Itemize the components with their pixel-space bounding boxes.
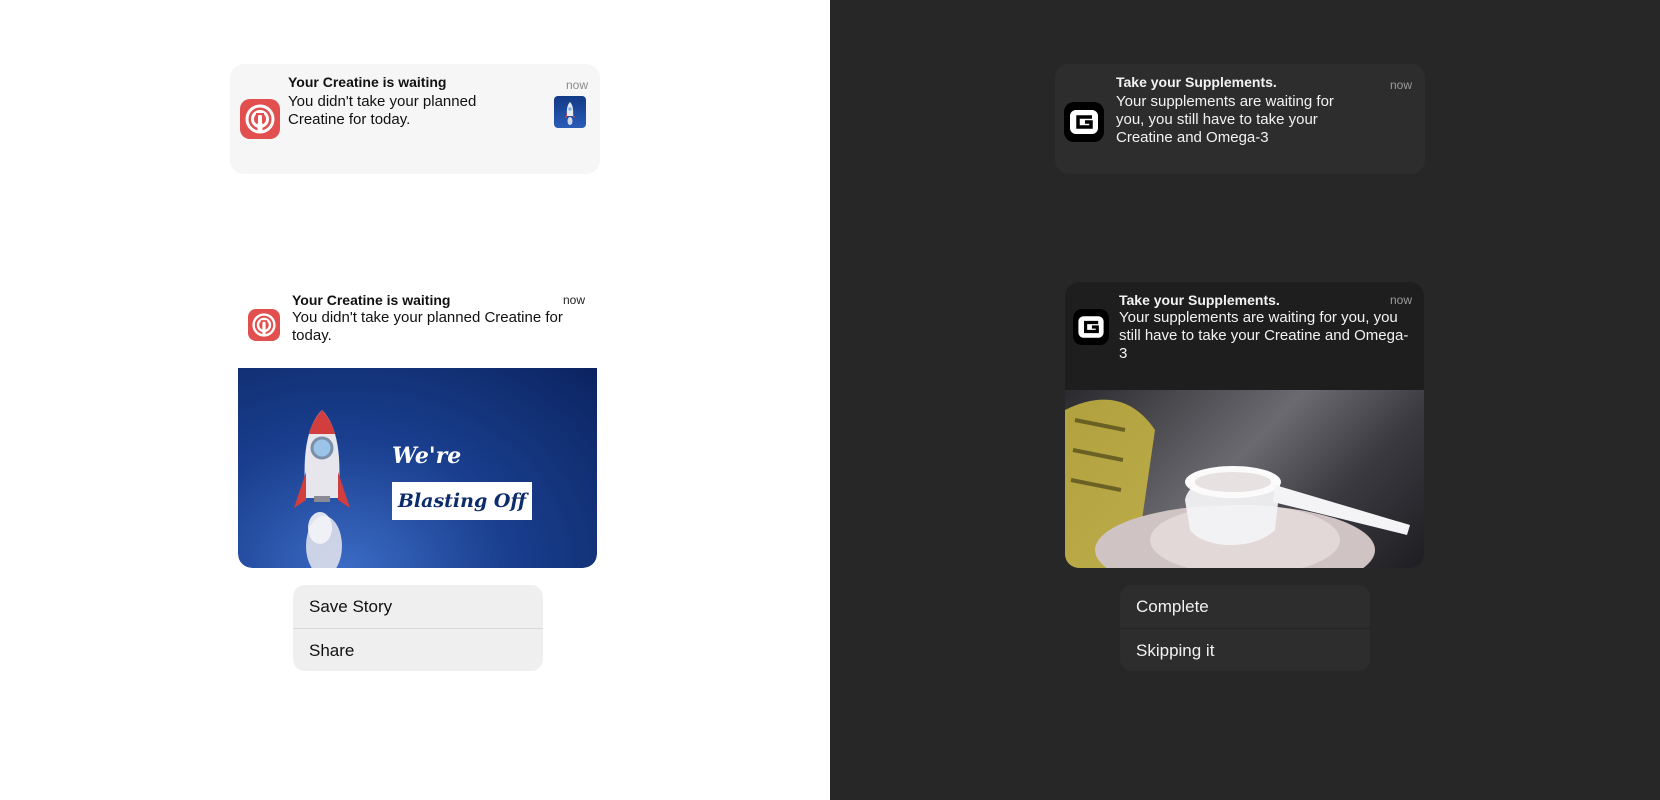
notification-expanded-light[interactable]: Your Creatine is waiting You didn't take…: [238, 282, 597, 568]
notification-time: now: [1389, 293, 1412, 307]
notification-body: Your supplements are waiting for you, yo…: [1119, 309, 1409, 362]
notification-title: Your Creatine is waiting: [288, 74, 447, 90]
podcast-broadcast-icon: [240, 99, 280, 139]
dark-panel: Take your Supplements. Your supplements …: [830, 0, 1660, 800]
notification-title: Take your Supplements.: [1116, 74, 1277, 90]
save-story-button[interactable]: Save Story: [293, 585, 543, 628]
rocket-thumbnail: [554, 96, 586, 128]
share-button[interactable]: Share: [293, 628, 543, 671]
g-logo-icon: [1064, 102, 1104, 142]
notification-time: now: [562, 293, 585, 307]
banner-label: Blasting Off: [392, 482, 532, 520]
supplement-powder-scoop-photo: [1065, 390, 1424, 568]
action-menu-light: Save Story Share: [293, 585, 543, 671]
notification-body: Your supplements are waiting for you, yo…: [1116, 93, 1334, 146]
action-menu-dark: Complete Skipping it: [1120, 585, 1370, 671]
notification-title: Take your Supplements.: [1119, 292, 1280, 308]
banner-headline: We're: [392, 443, 462, 469]
notification-body: You didn't take your planned Creatine fo…: [292, 309, 563, 344]
notification-collapsed-dark[interactable]: Take your Supplements. Your supplements …: [1055, 64, 1425, 174]
notification-title: Your Creatine is waiting: [292, 292, 451, 308]
podcast-broadcast-icon: [248, 309, 280, 341]
notification-time: now: [565, 78, 588, 92]
notification-collapsed-light[interactable]: Your Creatine is waiting You didn't take…: [230, 64, 600, 174]
notification-expanded-dark[interactable]: Take your Supplements. Your supplements …: [1065, 282, 1424, 568]
notification-body: You didn't take your planned Creatine fo…: [288, 93, 477, 128]
light-panel: Your Creatine is waiting You didn't take…: [0, 0, 830, 800]
skipping-it-button[interactable]: Skipping it: [1120, 628, 1370, 671]
rocket-banner-image: We're Blasting Off: [238, 368, 597, 568]
g-logo-icon: [1073, 309, 1109, 345]
complete-button[interactable]: Complete: [1120, 585, 1370, 628]
notification-time: now: [1389, 78, 1412, 92]
